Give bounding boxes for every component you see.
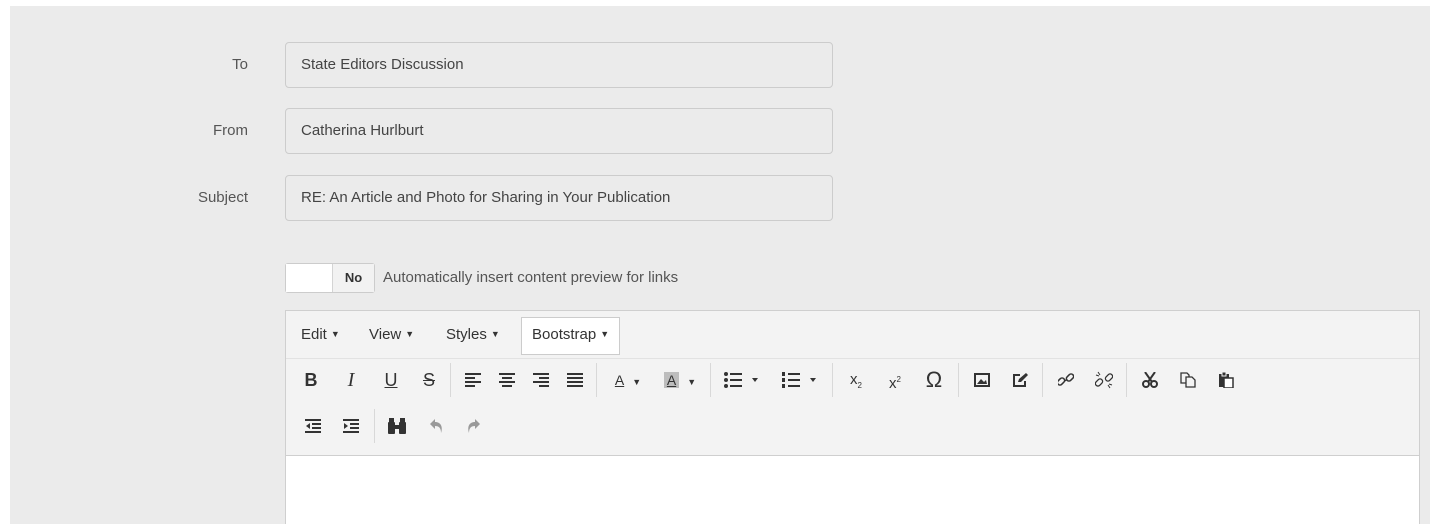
from-field[interactable]: Catherina Hurlburt (285, 108, 833, 154)
strikethrough-button[interactable]: S (414, 363, 444, 397)
to-row: To State Editors Discussion (10, 42, 1430, 88)
bullet-list-button[interactable] (718, 363, 770, 397)
link-preview-toggle[interactable]: No (285, 263, 375, 293)
menu-bootstrap-label: Bootstrap (532, 326, 597, 343)
subject-label: Subject (197, 189, 248, 206)
align-center-icon (499, 373, 515, 387)
redo-icon (468, 419, 480, 433)
italic-button[interactable]: I (336, 363, 366, 397)
align-right-button[interactable] (526, 363, 556, 397)
cut-button[interactable] (1134, 363, 1166, 397)
bold-button[interactable]: B (296, 363, 326, 397)
background-color-button[interactable]: A ▼ (656, 363, 704, 397)
menu-bootstrap[interactable]: Bootstrap ▼ (521, 317, 621, 355)
edit-image-button[interactable] (1004, 363, 1036, 397)
numbered-list-button[interactable] (776, 363, 828, 397)
editor-toolbar: B I U S A ▼ A ▼ x2 x2 Ω (286, 363, 1419, 453)
text-color-button[interactable]: A ▼ (604, 363, 652, 397)
toolbar-separator (710, 363, 711, 397)
edit-image-icon (1013, 373, 1028, 387)
paste-icon (1219, 372, 1234, 388)
from-row: From Catherina Hurlburt (10, 108, 1430, 154)
subject-field[interactable]: RE: An Article and Photo for Sharing in … (285, 175, 833, 221)
toolbar-separator (832, 363, 833, 397)
menu-edit[interactable]: Edit ▼ (294, 320, 347, 350)
undo-button[interactable] (422, 409, 452, 443)
menu-styles-label: Styles (446, 326, 487, 343)
find-replace-button[interactable] (382, 409, 412, 443)
underline-button[interactable]: U (376, 363, 406, 397)
strikethrough-icon: S (422, 370, 435, 390)
to-label: To (232, 56, 248, 73)
from-label: From (213, 122, 248, 139)
insert-image-button[interactable] (966, 363, 998, 397)
menu-view-label: View (369, 326, 402, 343)
cut-icon (1142, 372, 1158, 388)
toggle-knob (286, 264, 332, 292)
paste-button[interactable] (1210, 363, 1242, 397)
underline-icon: U (384, 370, 398, 390)
toolbar-separator (450, 363, 451, 397)
undo-icon (430, 419, 442, 433)
align-left-icon (465, 373, 481, 387)
menu-edit-label: Edit (301, 326, 327, 343)
indent-button[interactable] (336, 409, 366, 443)
align-left-button[interactable] (458, 363, 488, 397)
to-field[interactable]: State Editors Discussion (285, 42, 833, 88)
align-justify-icon (567, 373, 583, 387)
toggle-state: No (332, 264, 374, 292)
indent-icon (343, 419, 359, 433)
chevron-down-icon: ▼ (330, 329, 340, 339)
italic-icon: I (347, 369, 355, 391)
remove-link-button[interactable] (1088, 363, 1120, 397)
text-color-icon: A (614, 372, 625, 388)
toolbar-separator (596, 363, 597, 397)
bullet-list-icon (724, 372, 758, 388)
image-icon (974, 373, 990, 387)
link-icon (1058, 373, 1074, 386)
copy-icon (1180, 372, 1196, 388)
superscript-button[interactable]: x2 (878, 363, 912, 397)
outdent-button[interactable] (298, 409, 328, 443)
subscript-button[interactable]: x2 (839, 363, 873, 397)
subject-row: Subject RE: An Article and Photo for Sha… (10, 175, 1430, 221)
unlink-icon (1095, 371, 1113, 389)
bold-icon: B (304, 370, 318, 390)
copy-button[interactable] (1172, 363, 1204, 397)
align-right-icon (533, 373, 549, 387)
compose-panel: To State Editors Discussion From Catheri… (10, 6, 1430, 524)
rich-text-editor: Edit▼ View▼ Styles▼ Bootstrap▼ B I U (285, 310, 1420, 524)
toolbar-separator (1126, 363, 1127, 397)
link-preview-label: Automatically insert content preview for… (383, 269, 679, 286)
toolbar-separator (374, 409, 375, 443)
chevron-down-icon: ▼ (632, 377, 642, 387)
chevron-down-icon: ▼ (490, 329, 500, 339)
find-replace-icon (388, 418, 406, 434)
chevron-down-icon: ▼ (405, 329, 415, 339)
insert-link-button[interactable] (1050, 363, 1082, 397)
subscript-icon: x2 (850, 371, 862, 390)
superscript-icon: x2 (889, 375, 901, 392)
align-center-button[interactable] (492, 363, 522, 397)
background-color-icon: A (663, 372, 680, 388)
numbered-list-icon (782, 372, 816, 388)
special-character-icon: Ω (925, 367, 943, 392)
editor-content-area[interactable] (285, 455, 1420, 524)
special-character-button[interactable]: Ω (916, 363, 952, 397)
toolbar-separator (958, 363, 959, 397)
redo-button[interactable] (458, 409, 488, 443)
editor-menubar: Edit ▼ View ▼ Styles ▼ Bootstrap ▼ (286, 311, 1419, 359)
menu-view[interactable]: View ▼ (362, 320, 421, 350)
align-justify-button[interactable] (560, 363, 590, 397)
outdent-icon (305, 419, 321, 433)
chevron-down-icon: ▼ (687, 377, 697, 387)
chevron-down-icon: ▼ (600, 329, 610, 339)
toolbar-separator (1042, 363, 1043, 397)
menu-styles[interactable]: Styles ▼ (439, 320, 507, 350)
